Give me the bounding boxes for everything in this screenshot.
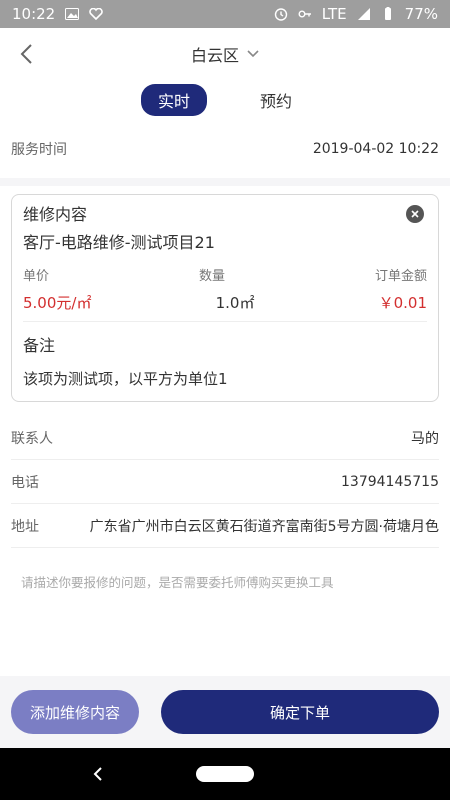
address-value: 广东省广州市白云区黄石街道齐富南街5号方圆·荷塘月色: [89, 518, 439, 535]
add-repair-item-button[interactable]: 添加维修内容: [11, 690, 139, 734]
bottom-action-bar: 添加维修内容 确定下单: [0, 676, 450, 748]
unit-price-value: 5.00元/㎡: [23, 294, 92, 312]
system-nav-bar: [0, 748, 450, 800]
service-time-value: 2019-04-02 10:22: [312, 141, 439, 157]
key-icon: [298, 10, 311, 18]
heart-icon: [89, 8, 104, 20]
contact-value: 马的: [411, 430, 439, 447]
tab-appointment[interactable]: 预约: [243, 84, 309, 116]
service-time-label: 服务时间: [11, 142, 67, 158]
tab-realtime[interactable]: 实时: [140, 84, 207, 116]
description-placeholder: 请描述你要报修的问题，是否需要委托师傅购买更换工具: [21, 575, 334, 590]
alarm-icon: [274, 8, 287, 21]
price-values: 5.00元/㎡ 1.0㎡ ￥0.01: [23, 292, 427, 322]
remark-title: 备注: [23, 336, 56, 355]
amount-value: ￥0.01: [378, 294, 427, 312]
phone-value: 13794145715: [341, 473, 439, 490]
page-title: 白云区: [190, 46, 239, 65]
chevron-down-icon: [247, 50, 259, 58]
battery-level: 77%: [404, 5, 438, 23]
amount-label: 订单金额: [374, 269, 427, 284]
quantity-value: 1.0㎡: [215, 294, 255, 312]
phone-row[interactable]: 电话 13794145715: [11, 460, 439, 504]
contact-label: 联系人: [11, 430, 53, 447]
contact-info-list: 联系人 马的 电话 13794145715 地址 广东省广州市白云区黄石街道齐富…: [0, 416, 450, 548]
contact-row[interactable]: 联系人 马的: [11, 416, 439, 460]
order-type-tabs: 实时 预约: [0, 80, 450, 120]
remark-text: 该项为测试项，以平方为单位1: [23, 370, 228, 388]
status-left: 10:22: [12, 5, 104, 23]
phone-label: 电话: [11, 474, 39, 491]
repair-item-name: 客厅-电路维修-测试项目21: [23, 233, 215, 252]
battery-icon: [384, 7, 391, 20]
network-type: LTE: [321, 5, 347, 23]
back-button[interactable]: [10, 38, 42, 70]
district-selector[interactable]: 白云区: [191, 42, 259, 66]
service-time-row[interactable]: 服务时间 2019-04-02 10:22: [0, 120, 450, 178]
address-row[interactable]: 地址 广东省广州市白云区黄石街道齐富南街5号方圆·荷塘月色: [11, 504, 439, 548]
close-icon: [411, 210, 419, 218]
address-label: 地址: [11, 518, 39, 535]
chevron-left-icon: [93, 767, 102, 781]
repair-item-card: 维修内容 客厅-电路维修-测试项目21 单价 数量 订单金额 5.00元/㎡ 1…: [11, 194, 439, 402]
quantity-label: 数量: [198, 269, 225, 284]
section-divider: [0, 178, 450, 186]
status-bar: 10:22 LTE 77%: [0, 0, 450, 28]
system-home-button[interactable]: [196, 766, 254, 782]
remove-item-button[interactable]: [406, 205, 424, 223]
repair-card-title: 维修内容: [23, 205, 88, 224]
signal-icon: [357, 8, 370, 20]
nav-bar: 白云区: [0, 28, 450, 80]
problem-description-input[interactable]: 请描述你要报修的问题，是否需要委托师傅购买更换工具: [11, 562, 439, 672]
chevron-left-icon: [20, 44, 32, 64]
price-header: 单价 数量 订单金额: [23, 265, 427, 284]
system-back-button[interactable]: [88, 764, 108, 784]
status-time: 10:22: [12, 5, 56, 23]
unit-price-label: 单价: [23, 269, 50, 284]
status-right: LTE 77%: [274, 5, 438, 23]
image-icon: [65, 8, 80, 20]
confirm-order-button[interactable]: 确定下单: [161, 690, 439, 734]
